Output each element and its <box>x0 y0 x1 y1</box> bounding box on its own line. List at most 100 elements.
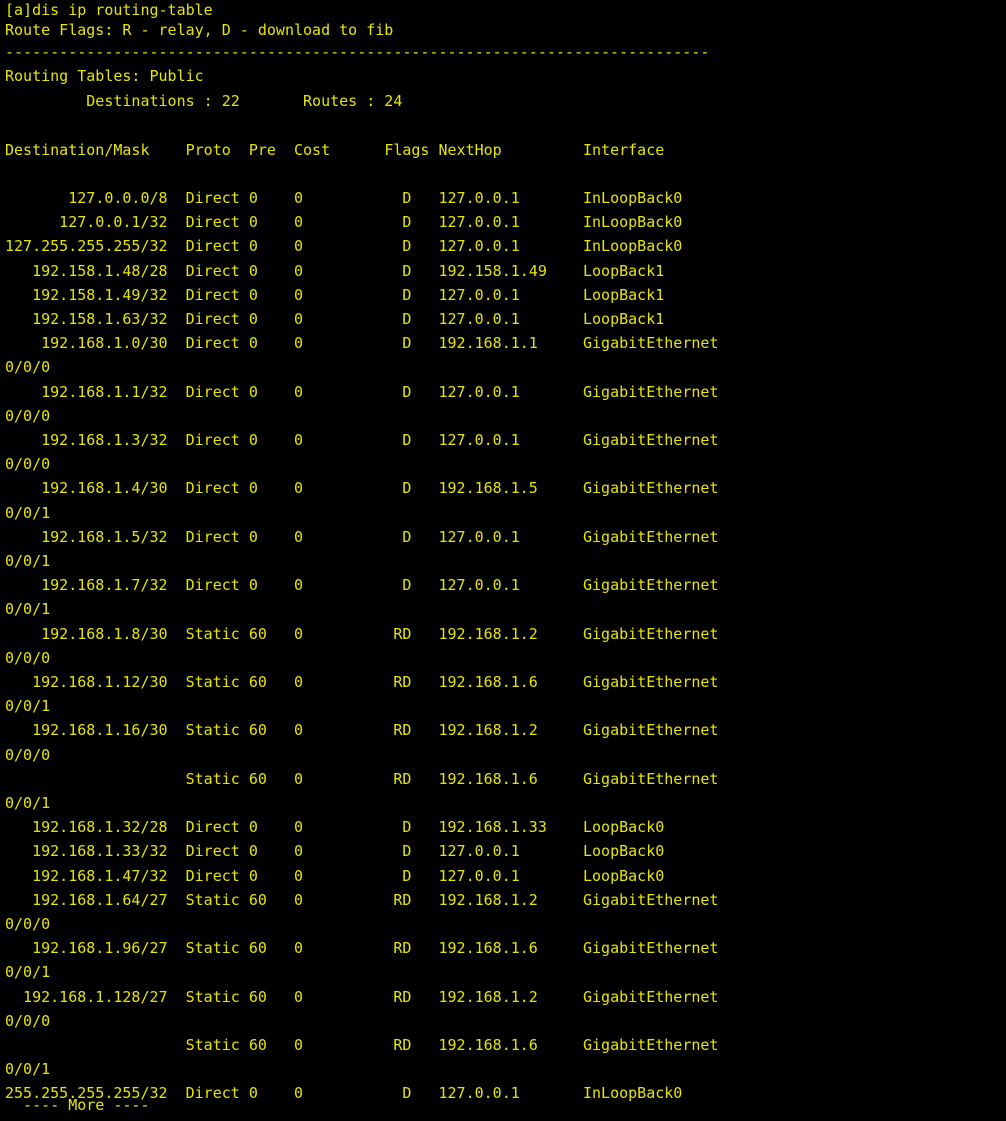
route-flags: D <box>384 310 439 328</box>
separator: ----------------------------------------… <box>5 43 710 61</box>
route-pre: 0 <box>248 431 294 449</box>
route-pre: 0 <box>248 818 294 836</box>
command-line: [a]dis ip routing-table <box>5 1 213 19</box>
route-destination: 192.168.1.16/30 <box>5 721 186 739</box>
route-cost: 0 <box>294 262 385 280</box>
route-flags: D <box>384 818 439 836</box>
header-proto: Proto <box>185 141 249 159</box>
route-pre: 60 <box>248 721 294 739</box>
route-interface: GigabitEthernet <box>583 721 719 739</box>
route-proto: Direct <box>185 310 249 328</box>
route-cost: 0 <box>294 237 385 255</box>
route-cost: 0 <box>294 286 385 304</box>
more-prompt[interactable]: ---- More ---- <box>5 1095 149 1115</box>
route-pre: 0 <box>248 334 294 352</box>
route-interface-continuation: 0/0/0 <box>5 358 51 376</box>
route-nexthop: 192.168.1.2 <box>438 625 583 643</box>
route-destination: 192.158.1.63/32 <box>5 310 186 328</box>
route-interface: GigabitEthernet <box>583 528 719 546</box>
header-destination-mask: Destination/Mask <box>5 141 186 159</box>
table-row: 127.0.0.1/32 Direct 0 0 D 127.0.0.1 InLo… <box>5 212 682 232</box>
route-flags: RD <box>384 939 439 957</box>
route-flags: D <box>384 237 439 255</box>
route-cost: 0 <box>294 576 385 594</box>
route-cost: 0 <box>294 383 385 401</box>
route-pre: 0 <box>248 262 294 280</box>
route-nexthop: 192.168.1.6 <box>438 1036 583 1054</box>
route-interface: GigabitEthernet <box>583 770 719 788</box>
route-nexthop: 127.0.0.1 <box>438 310 583 328</box>
route-cost: 0 <box>294 770 385 788</box>
column-header-row: Destination/Mask Proto Pre Cost Flags Ne… <box>5 140 664 160</box>
route-destination: 127.255.255.255/32 <box>5 237 186 255</box>
route-nexthop: 127.0.0.1 <box>438 867 583 885</box>
route-proto: Direct <box>185 334 249 352</box>
route-flags: D <box>384 262 439 280</box>
route-proto: Direct <box>185 818 249 836</box>
route-nexthop: 192.168.1.2 <box>438 988 583 1006</box>
route-interface: GigabitEthernet <box>583 383 719 401</box>
route-interface-continuation: 0/0/1 <box>5 552 51 570</box>
route-interface: LoopBack1 <box>583 310 665 328</box>
route-interface: InLoopBack0 <box>583 237 683 255</box>
route-proto: Direct <box>185 213 249 231</box>
table-row: 192.168.1.8/30 Static 60 0 RD 192.168.1.… <box>5 624 718 644</box>
route-nexthop: 192.168.1.2 <box>438 891 583 909</box>
route-destination: 192.158.1.48/28 <box>5 262 186 280</box>
route-flags: D <box>384 286 439 304</box>
route-pre: 60 <box>248 1036 294 1054</box>
route-cost: 0 <box>294 842 385 860</box>
route-destination: 192.168.1.33/32 <box>5 842 186 860</box>
route-pre: 60 <box>248 988 294 1006</box>
route-flags: RD <box>384 673 439 691</box>
route-proto: Static <box>185 988 249 1006</box>
route-destination: 127.0.0.0/8 <box>5 189 186 207</box>
route-proto: Static <box>185 1036 249 1054</box>
route-pre: 0 <box>248 286 294 304</box>
route-cost: 0 <box>294 213 385 231</box>
header-interface: Interface <box>583 141 665 159</box>
route-interface: GigabitEthernet <box>583 576 719 594</box>
route-cost: 0 <box>294 1084 385 1102</box>
route-cost: 0 <box>294 479 385 497</box>
table-row: 192.168.1.96/27 Static 60 0 RD 192.168.1… <box>5 938 718 958</box>
route-flags: D <box>384 213 439 231</box>
route-flags: D <box>384 842 439 860</box>
route-cost: 0 <box>294 818 385 836</box>
route-interface: InLoopBack0 <box>583 213 683 231</box>
route-cost: 0 <box>294 721 385 739</box>
route-flags: D <box>384 334 439 352</box>
route-cost: 0 <box>294 867 385 885</box>
route-cost: 0 <box>294 310 385 328</box>
table-row: 192.168.1.3/32 Direct 0 0 D 127.0.0.1 Gi… <box>5 430 718 450</box>
table-row: 192.168.1.47/32 Direct 0 0 D 127.0.0.1 L… <box>5 866 664 886</box>
route-pre: 60 <box>248 770 294 788</box>
route-interface: LoopBack0 <box>583 842 665 860</box>
route-interface: GigabitEthernet <box>583 334 719 352</box>
route-cost: 0 <box>294 1036 385 1054</box>
table-row: 192.158.1.49/32 Direct 0 0 D 127.0.0.1 L… <box>5 285 664 305</box>
route-proto: Static <box>185 891 249 909</box>
terminal-window[interactable]: [a]dis ip routing-table Route Flags: R -… <box>0 0 1006 1121</box>
route-nexthop: 127.0.0.1 <box>438 189 583 207</box>
route-proto: Static <box>185 721 249 739</box>
table-name: Routing Tables: Public <box>5 67 204 85</box>
table-row: 192.168.1.0/30 Direct 0 0 D 192.168.1.1 … <box>5 333 718 353</box>
route-flags: D <box>384 867 439 885</box>
table-row: 192.168.1.12/30 Static 60 0 RD 192.168.1… <box>5 672 718 692</box>
route-proto: Direct <box>185 867 249 885</box>
route-interface-continuation: 0/0/1 <box>5 794 51 812</box>
route-interface-continuation: 0/0/1 <box>5 963 51 981</box>
route-nexthop: 127.0.0.1 <box>438 213 583 231</box>
route-proto: Direct <box>185 576 249 594</box>
route-interface-continuation: 0/0/1 <box>5 600 51 618</box>
route-flags: RD <box>384 625 439 643</box>
route-pre: 60 <box>248 891 294 909</box>
route-flags: RD <box>384 988 439 1006</box>
route-flags: RD <box>384 891 439 909</box>
route-pre: 0 <box>248 189 294 207</box>
route-cost: 0 <box>294 988 385 1006</box>
table-row: 127.255.255.255/32 Direct 0 0 D 127.0.0.… <box>5 236 682 256</box>
route-interface: LoopBack1 <box>583 286 665 304</box>
route-flags: D <box>384 189 439 207</box>
